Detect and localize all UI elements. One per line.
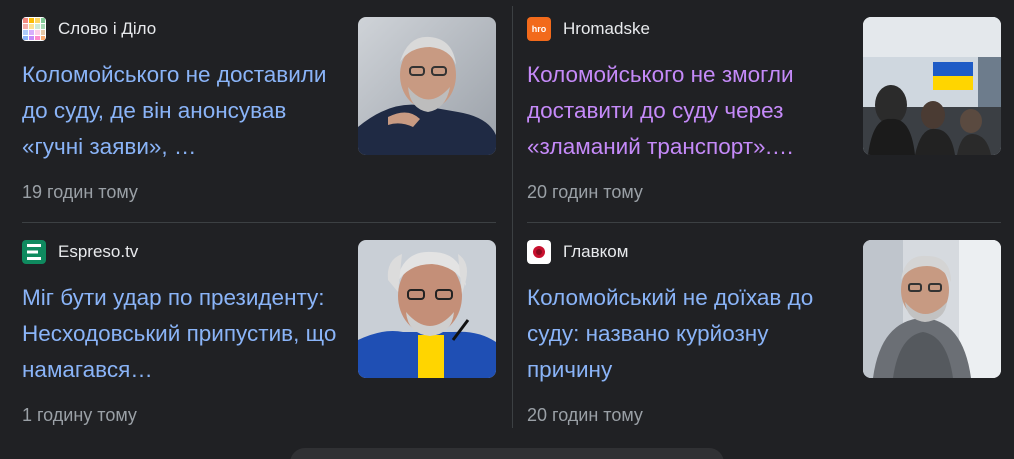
news-source: hro Hromadske [527,17,650,41]
source-name: Главком [563,242,629,261]
article-time: 20 годин тому [527,182,643,202]
source-name: Слово і Діло [58,19,157,38]
article-title[interactable]: Коломойського не доставили до суду, де в… [22,57,340,165]
article-thumbnail[interactable] [358,17,496,155]
news-card[interactable]: hro Hromadske Коломойського не змогли до… [527,17,1002,227]
slovo-i-dilo-logo-icon [22,17,46,41]
news-source: Слово і Діло [22,17,156,41]
more-news-button[interactable] [290,448,724,459]
article-time: 1 годину тому [22,405,137,425]
article-time: 20 годин тому [527,405,643,425]
news-grid: Слово і Діло Коломойського не доставили … [0,0,1014,440]
news-source: Главком [527,240,628,264]
article-thumbnail[interactable] [863,17,1001,155]
glavcom-logo-icon [527,240,551,264]
article-thumbnail[interactable] [863,240,1001,378]
source-name: Hromadske [563,19,650,38]
vertical-divider [512,6,513,428]
news-card[interactable]: Espreso.tv Міг бути удар по президенту: … [22,240,497,450]
espreso-logo-icon [22,240,46,264]
hromadske-logo-icon: hro [527,17,551,41]
news-card[interactable]: Главком Коломойський не доїхав до суду: … [527,240,1002,450]
article-title[interactable]: Міг бути удар по президенту: Несходовськ… [22,280,340,388]
news-card[interactable]: Слово і Діло Коломойського не доставили … [22,17,497,227]
source-name: Espreso.tv [58,242,139,261]
article-thumbnail[interactable] [358,240,496,378]
article-title[interactable]: Коломойський не доїхав до суду: названо … [527,280,845,388]
article-title[interactable]: Коломойського не змогли доставити до суд… [527,57,845,165]
logo-text: hro [531,24,547,34]
news-source: Espreso.tv [22,240,138,264]
article-time: 19 годин тому [22,182,138,202]
